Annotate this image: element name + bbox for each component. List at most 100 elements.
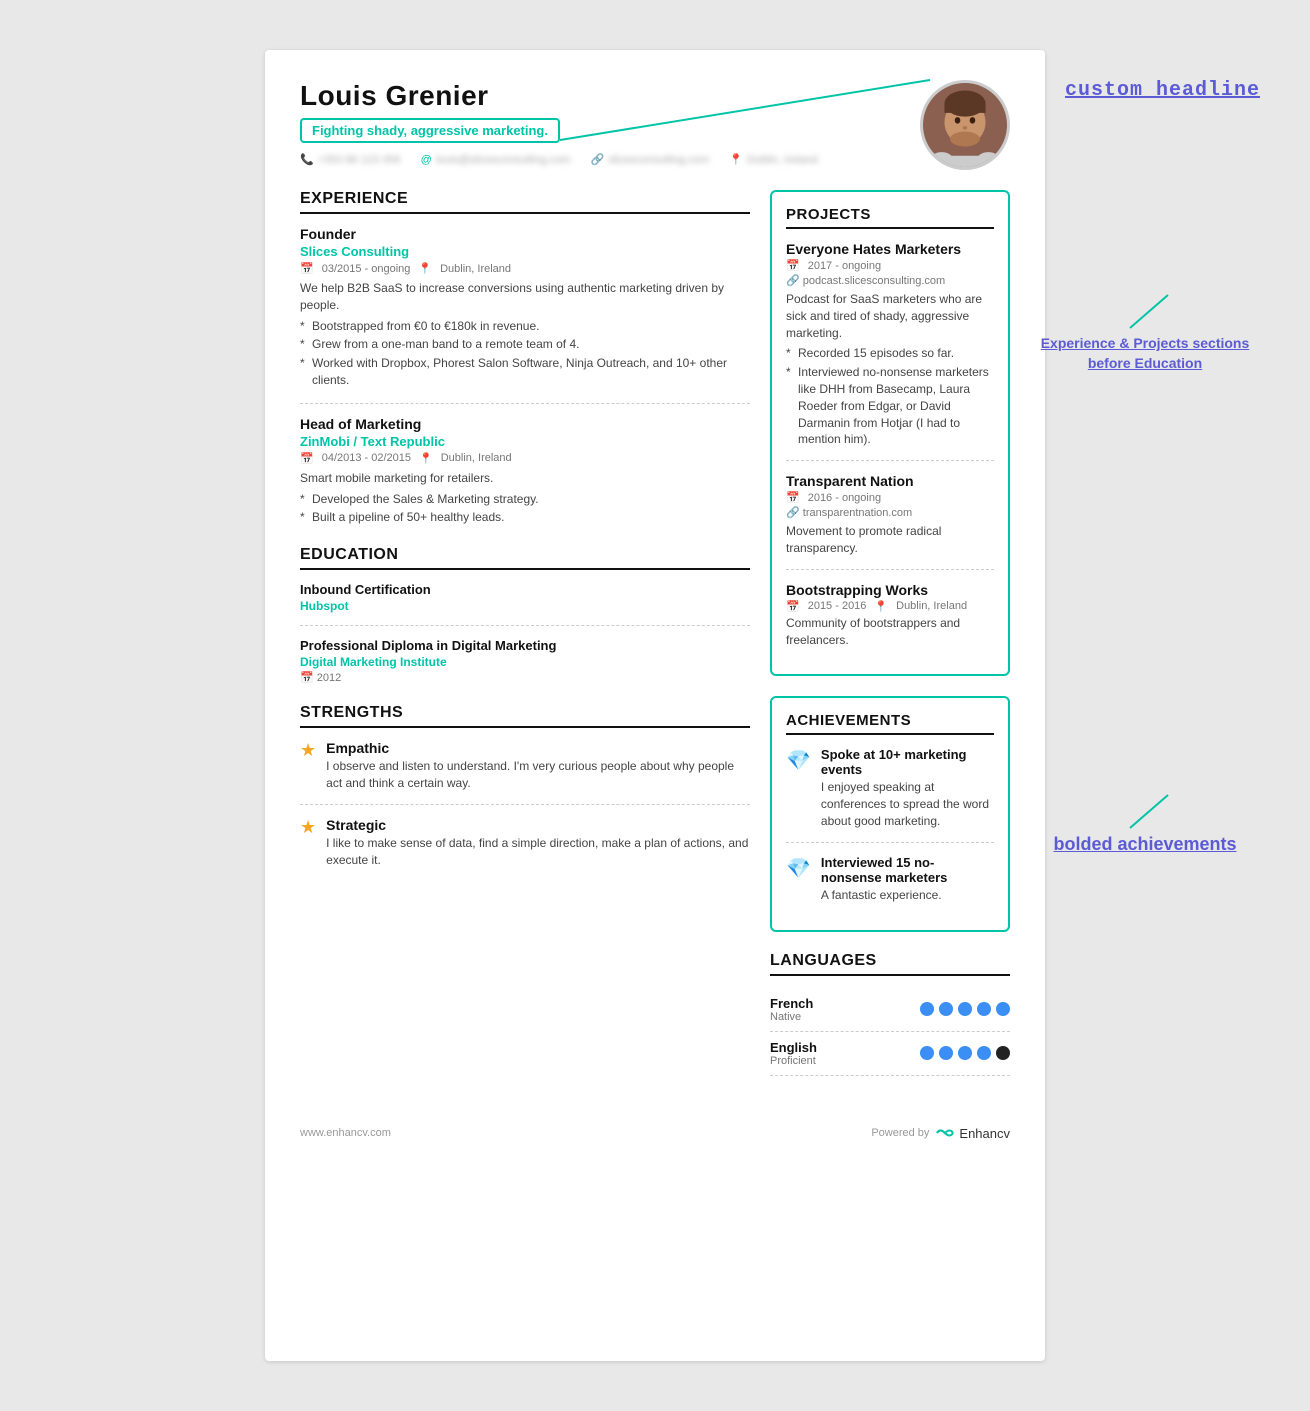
header-tagline: Fighting shady, aggressive marketing.	[300, 118, 560, 143]
achievement-desc-1: I enjoyed speaking at conferences to spr…	[821, 779, 994, 829]
footer: www.enhancv.com Powered by Enhancv	[300, 1126, 1010, 1141]
achievement-content-2: Interviewed 15 no-nonsense marketers A f…	[821, 855, 994, 904]
exp-company-zinmobi: ZinMobi / Text Republic	[300, 434, 750, 449]
dot-5	[996, 1002, 1010, 1016]
languages-title: LANGUAGES	[770, 952, 1010, 976]
col-right: PROJECTS Everyone Hates Marketers 📅 2017…	[770, 190, 1010, 1096]
dot-e4	[977, 1046, 991, 1060]
achievement-1: 💎 Spoke at 10+ marketing events I enjoye…	[786, 747, 994, 829]
language-english: English Proficient	[770, 1032, 1010, 1076]
exp-bullets-founder: Bootstrapped from €0 to €180k in revenue…	[300, 318, 750, 389]
exp-company-slices: Slices Consulting	[300, 244, 750, 259]
edu-degree-inbound: Inbound Certification	[300, 582, 750, 597]
footer-powered: Powered by Enhancv	[871, 1126, 1010, 1141]
bolded-achievements-link[interactable]: bolded achievements	[1030, 834, 1260, 855]
divider	[786, 842, 994, 843]
annotation-exp-projects: Experience & Projects sections before Ed…	[1030, 290, 1260, 373]
strength-strategic: ★ Strategic I like to make sense of data…	[300, 817, 750, 869]
exp-meta-headmktg: 📅 04/2013 - 02/2015 📍 Dublin, Ireland	[300, 452, 750, 465]
contact-email: @ louis@slicesconsulting.com	[421, 153, 571, 166]
project-title-bw: Bootstrapping Works	[786, 582, 994, 598]
strength-desc-1: I observe and listen to understand. I'm …	[326, 758, 750, 792]
exp-location-founder: Dublin, Ireland	[440, 263, 511, 275]
calendar-icon-proj2: 📅	[786, 491, 800, 504]
custom-headline-link[interactable]: custom headline	[1065, 79, 1260, 102]
strengths-section: STRENGTHS ★ Empathic I observe and liste…	[300, 704, 750, 868]
project-meta-bw: 📅 2015 - 2016 📍 Dublin, Ireland	[786, 600, 994, 613]
enhancv-brand: Enhancv	[959, 1126, 1010, 1141]
location-icon: 📍	[729, 153, 743, 166]
language-info-english: English Proficient	[770, 1040, 817, 1067]
project-date-tn: 2016 - ongoing	[808, 492, 881, 504]
strength-empathic: ★ Empathic I observe and listen to under…	[300, 740, 750, 792]
divider	[300, 625, 750, 626]
exp-date-headmktg: 04/2013 - 02/2015	[322, 452, 411, 464]
strength-content-2: Strategic I like to make sense of data, …	[326, 817, 750, 869]
strength-name-2: Strategic	[326, 817, 750, 833]
link-icon-2: 🔗	[786, 507, 800, 519]
avatar-image	[923, 80, 1007, 170]
edu-degree-diploma: Professional Diploma in Digital Marketin…	[300, 638, 750, 653]
project-desc-bw: Community of bootstrappers and freelance…	[786, 615, 994, 649]
projects-title: PROJECTS	[786, 206, 994, 229]
language-info-french: French Native	[770, 996, 813, 1023]
strengths-title: STRENGTHS	[300, 704, 750, 728]
language-dots-english	[920, 1046, 1010, 1060]
project-title-tn: Transparent Nation	[786, 473, 994, 489]
exp-projects-link[interactable]: Experience & Projects sections before Ed…	[1030, 334, 1260, 373]
website-value: slicesconsulting.com	[608, 154, 709, 166]
language-level-english: Proficient	[770, 1055, 817, 1067]
edu-item-diploma: Professional Diploma in Digital Marketin…	[300, 638, 750, 684]
edu-year-diploma: 📅 2012	[300, 671, 750, 684]
dot-e5	[996, 1046, 1010, 1060]
dot-e1	[920, 1046, 934, 1060]
resume-container: Louis Grenier Fighting shady, aggressive…	[265, 50, 1045, 1361]
star-icon-2: ★	[300, 817, 316, 838]
divider	[786, 460, 994, 461]
experience-title: EXPERIENCE	[300, 190, 750, 214]
project-ehm: Everyone Hates Marketers 📅 2017 - ongoin…	[786, 241, 994, 448]
header-left: Louis Grenier Fighting shady, aggressive…	[300, 80, 920, 166]
annotation-custom-headline[interactable]: custom headline	[1065, 75, 1260, 102]
dot-1	[920, 1002, 934, 1016]
bullet-item: Recorded 15 episodes so far.	[786, 345, 994, 362]
project-desc-tn: Movement to promote radical transparency…	[786, 523, 994, 557]
strength-desc-2: I like to make sense of data, find a sim…	[326, 835, 750, 869]
strength-content-1: Empathic I observe and listen to underst…	[326, 740, 750, 792]
exp-desc-headmktg: Smart mobile marketing for retailers.	[300, 470, 750, 487]
exp-date-founder: 03/2015 - ongoing	[322, 263, 411, 275]
calendar-icon-2: 📅	[300, 452, 314, 465]
diamond-icon-1: 💎	[786, 748, 811, 773]
achievements-title: ACHIEVEMENTS	[786, 712, 994, 735]
dot-4	[977, 1002, 991, 1016]
bullet-item: Worked with Dropbox, Phorest Salon Softw…	[300, 355, 750, 389]
dot-3	[958, 1002, 972, 1016]
project-bw: Bootstrapping Works 📅 2015 - 2016 📍 Dubl…	[786, 582, 994, 649]
education-section: EDUCATION Inbound Certification Hubspot …	[300, 546, 750, 684]
project-location-bw: Dublin, Ireland	[896, 600, 967, 612]
location-icon-proj3: 📍	[874, 600, 888, 613]
project-link-tn: 🔗 transparentnation.com	[786, 506, 994, 519]
dot-e2	[939, 1046, 953, 1060]
exp-meta-founder: 📅 03/2015 - ongoing 📍 Dublin, Ireland	[300, 262, 750, 275]
bullet-item: Bootstrapped from €0 to €180k in revenue…	[300, 318, 750, 335]
calendar-icon-proj1: 📅	[786, 259, 800, 272]
achievement-2: 💎 Interviewed 15 no-nonsense marketers A…	[786, 855, 994, 904]
candidate-name: Louis Grenier	[300, 80, 920, 112]
website-icon: 🔗	[590, 153, 604, 166]
location-icon-2: 📍	[419, 452, 433, 465]
contact-row: 📞 +353 86 123 456 @ louis@slicesconsulti…	[300, 153, 920, 166]
dot-e3	[958, 1046, 972, 1060]
exp-location-headmktg: Dublin, Ireland	[441, 452, 512, 464]
exp-item-headmktg: Head of Marketing ZinMobi / Text Republi…	[300, 416, 750, 526]
project-meta-ehm: 📅 2017 - ongoing	[786, 259, 994, 272]
project-bullets-ehm: Recorded 15 episodes so far. Interviewed…	[786, 345, 994, 448]
contact-phone: 📞 +353 86 123 456	[300, 153, 401, 166]
footer-website: www.enhancv.com	[300, 1127, 391, 1139]
calendar-icon-proj3: 📅	[786, 600, 800, 613]
page-wrapper: custom headline Experience & Projects se…	[20, 20, 1290, 1391]
star-icon-1: ★	[300, 740, 316, 761]
bullet-item: Grew from a one-man band to a remote tea…	[300, 336, 750, 353]
link-icon-1: 🔗	[786, 275, 800, 287]
experience-section: EXPERIENCE Founder Slices Consulting 📅 0…	[300, 190, 750, 526]
